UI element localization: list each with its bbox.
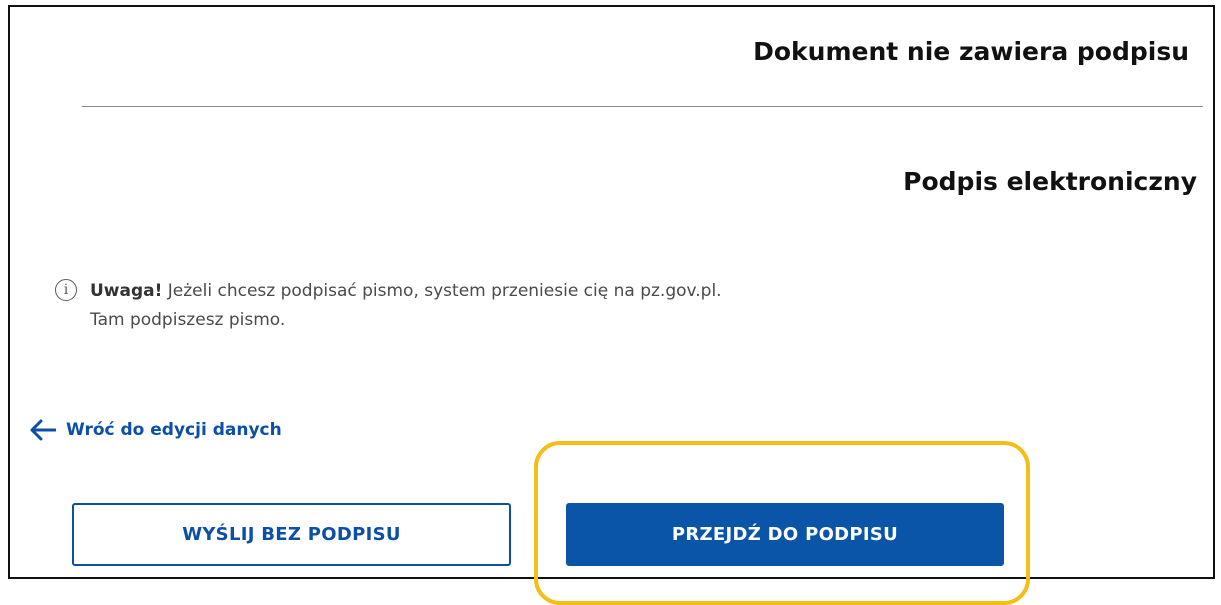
arrow-left-icon [30, 419, 56, 441]
warning-label: Uwaga! [90, 281, 163, 301]
notice-text: Uwaga! Jeżeli chcesz podpisać pismo, sys… [90, 277, 722, 335]
back-to-edit-link[interactable]: Wróć do edycji danych [30, 419, 282, 441]
page-frame: Dokument nie zawiera podpisu Podpis elek… [8, 5, 1215, 579]
info-icon: i [55, 279, 77, 301]
signature-notice: i Uwaga! Jeżeli chcesz podpisać pismo, s… [55, 277, 722, 335]
document-status-heading: Dokument nie zawiera podpisu [753, 37, 1189, 66]
notice-message: Jeżeli chcesz podpisać pismo, system prz… [167, 281, 722, 301]
send-without-signature-button[interactable]: WYŚLIJ BEZ PODPISU [72, 503, 511, 566]
signature-section-title: Podpis elektroniczny [903, 167, 1197, 196]
notice-line-1: Uwaga! Jeżeli chcesz podpisać pismo, sys… [90, 277, 722, 306]
go-to-signature-button[interactable]: PRZEJDŹ DO PODPISU [566, 503, 1004, 566]
notice-line-2: Tam podpiszesz pismo. [90, 310, 286, 330]
back-link-label: Wróć do edycji danych [66, 420, 282, 440]
section-divider [82, 106, 1203, 107]
